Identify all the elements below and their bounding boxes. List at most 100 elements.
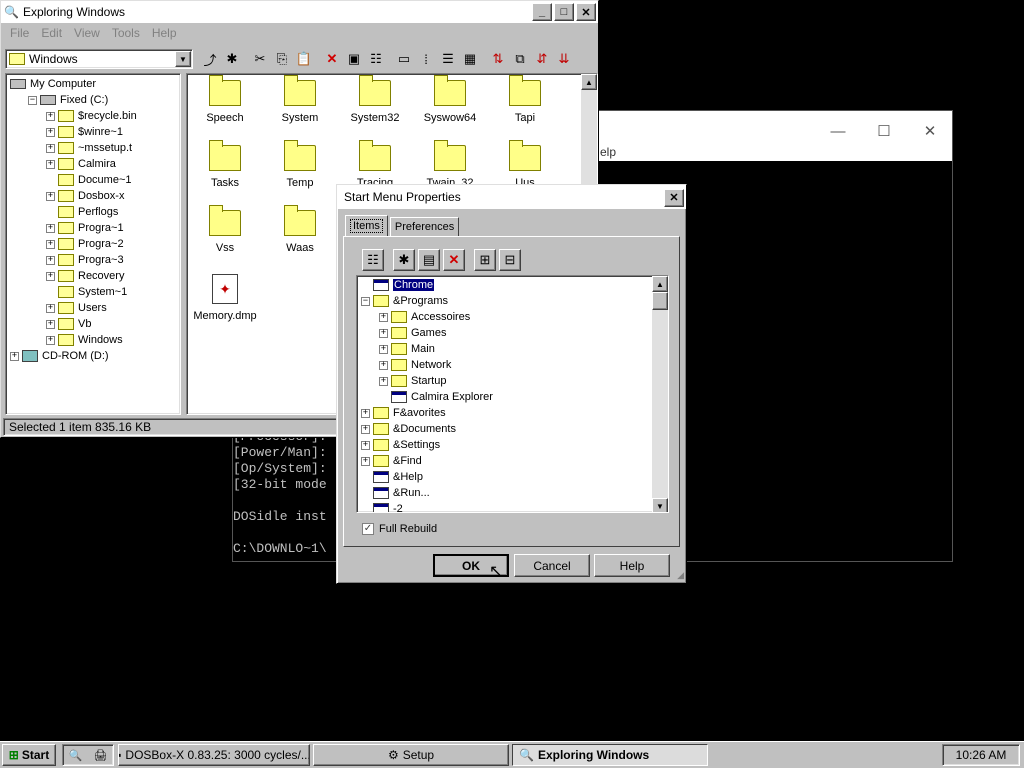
start-menu-item[interactable]: + Games [379, 325, 446, 341]
expand-icon[interactable]: + [361, 456, 370, 466]
tree-item[interactable]: + Progra~1 [46, 220, 124, 236]
expand-icon[interactable]: + [361, 440, 370, 450]
scroll-up-icon[interactable]: ▲ [652, 276, 668, 292]
expand-icon[interactable]: + [46, 191, 55, 201]
properties-icon[interactable]: ☷ [362, 249, 384, 271]
file-item[interactable]: ✦ Memory.dmp [187, 271, 263, 331]
folder-tree[interactable]: My Computer − Fixed (C:) + $recycle.bin + $win… [5, 73, 181, 415]
expand-icon[interactable]: + [46, 271, 55, 281]
expand-all-icon[interactable]: ⊞ [474, 249, 496, 271]
new-folder-icon[interactable]: ✱ [221, 48, 243, 70]
expand-icon[interactable]: + [379, 376, 388, 386]
tree-item[interactable]: + Vb [46, 316, 91, 332]
list-icon[interactable]: ☰ [437, 48, 459, 70]
menu-view[interactable]: View [68, 26, 106, 40]
start-menu-item[interactable]: Calmira Explorer [379, 389, 493, 405]
start-menu-item[interactable]: + &Documents [361, 421, 456, 437]
close-button[interactable]: ✕ [664, 188, 684, 207]
file-item[interactable]: System [262, 75, 338, 136]
small-icons-icon[interactable]: ⁞ [415, 48, 437, 70]
location-combo[interactable]: Windows ▼ [5, 49, 193, 69]
menu-file[interactable]: File [4, 26, 35, 40]
sort-size-icon[interactable]: ⇵ [531, 48, 553, 70]
file-item[interactable]: Tasks [187, 140, 263, 201]
tree-item[interactable]: Perflogs [46, 204, 118, 220]
tree-item[interactable]: + Calmira [46, 156, 116, 172]
taskbar-button[interactable]: ▪ DOSBox-X 0.83.25: 3000 cycles/... [118, 744, 310, 766]
minimize-button[interactable]: _ [532, 3, 552, 21]
expand-icon[interactable]: + [361, 424, 370, 434]
expand-icon[interactable]: + [46, 319, 55, 329]
tree-item[interactable]: + $winre~1 [46, 124, 123, 140]
dosbox-menu-help[interactable]: elp [600, 145, 616, 159]
expand-icon[interactable]: + [361, 408, 370, 418]
scroll-down-icon[interactable]: ▼ [652, 498, 668, 512]
up-folder-icon[interactable]: ⤴ [199, 48, 221, 70]
printer-quicklaunch-icon[interactable]: 🖨 [93, 749, 107, 762]
expand-icon[interactable]: + [379, 360, 388, 370]
new-item-icon[interactable]: ✱ [393, 249, 415, 271]
start-menu-tree[interactable]: Chrome − &Programs + Accessoires + Games + Main +… [356, 275, 669, 513]
expand-icon[interactable]: + [379, 344, 388, 354]
expand-icon[interactable]: + [46, 111, 55, 121]
delete-icon[interactable]: ✕ [443, 249, 465, 271]
tab-preferences[interactable]: Preferences [389, 217, 460, 237]
taskbar-button[interactable]: ⚙ Setup [313, 744, 509, 766]
start-menu-item[interactable]: + F&avorites [361, 405, 446, 421]
tree-item[interactable]: + CD-ROM (D:) [10, 348, 109, 364]
scroll-up-icon[interactable]: ▲ [581, 74, 597, 90]
new-group-icon[interactable]: ▤ [418, 249, 440, 271]
tree-item[interactable]: + Users [46, 300, 107, 316]
file-item[interactable]: System32 [337, 75, 413, 136]
start-menu-item[interactable]: + Main [379, 341, 435, 357]
file-item[interactable]: Waas [262, 205, 338, 266]
expand-icon[interactable]: + [379, 312, 388, 322]
start-menu-item[interactable]: + Startup [379, 373, 446, 389]
start-menu-item[interactable]: + &Settings [361, 437, 440, 453]
start-menu-item[interactable]: + Accessoires [379, 309, 470, 325]
file-item[interactable]: Temp [262, 140, 338, 201]
minimize-button[interactable]: — [815, 117, 861, 145]
close-button[interactable]: ✕ [576, 3, 596, 21]
tree-item[interactable]: Docume~1 [46, 172, 132, 188]
tree-item[interactable]: + ~mssetup.t [46, 140, 132, 156]
collapse-all-icon[interactable]: ⊟ [499, 249, 521, 271]
copy-icon[interactable]: ⎘ [271, 48, 293, 70]
properties-icon[interactable]: ☷ [365, 48, 387, 70]
expand-icon[interactable]: + [46, 303, 55, 313]
menu-edit[interactable]: Edit [35, 26, 68, 40]
tree-item[interactable]: My Computer [10, 76, 96, 92]
tab-items[interactable]: Items [345, 215, 388, 237]
start-menu-item[interactable]: &Help [361, 469, 423, 485]
expand-icon[interactable]: + [10, 351, 19, 361]
delete-icon[interactable]: ✕ [321, 48, 343, 70]
large-icons-icon[interactable]: ▭ [393, 48, 415, 70]
tree-item[interactable]: + Dosbox-x [46, 188, 124, 204]
expand-icon[interactable]: + [46, 255, 55, 265]
close-button[interactable]: ✕ [907, 117, 953, 145]
scroll-thumb[interactable] [652, 292, 668, 310]
cut-icon[interactable]: ✂ [249, 48, 271, 70]
tree-item[interactable]: + Progra~2 [46, 236, 124, 252]
rename-icon[interactable]: ▣ [343, 48, 365, 70]
dialog-titlebar[interactable]: Start Menu Properties ✕ [337, 185, 686, 209]
start-menu-item[interactable]: &Run... [361, 485, 430, 501]
expand-icon[interactable]: + [46, 159, 55, 169]
full-rebuild-checkbox[interactable]: ✓ Full Rebuild [362, 523, 437, 535]
file-item[interactable]: Speech [187, 75, 263, 136]
expand-icon[interactable]: + [46, 335, 55, 345]
expand-icon[interactable]: + [379, 328, 388, 338]
maximize-button[interactable]: ☐ [861, 117, 907, 145]
start-menu-scrollbar[interactable]: ▲ ▼ [652, 276, 668, 512]
checkbox-box[interactable]: ✓ [362, 523, 374, 535]
expand-icon[interactable]: + [46, 143, 55, 153]
maximize-button[interactable]: □ [554, 3, 574, 21]
collapse-icon[interactable]: − [361, 296, 370, 306]
tree-item[interactable]: System~1 [46, 284, 127, 300]
chevron-down-icon[interactable]: ▼ [175, 51, 191, 67]
start-button[interactable]: ⊞ Start [2, 744, 56, 766]
tree-item[interactable]: + Windows [46, 332, 123, 348]
resize-grip-icon[interactable]: ◢ [677, 570, 684, 581]
sort-name-icon[interactable]: ⇅ [487, 48, 509, 70]
paste-icon[interactable]: 📋 [293, 48, 315, 70]
